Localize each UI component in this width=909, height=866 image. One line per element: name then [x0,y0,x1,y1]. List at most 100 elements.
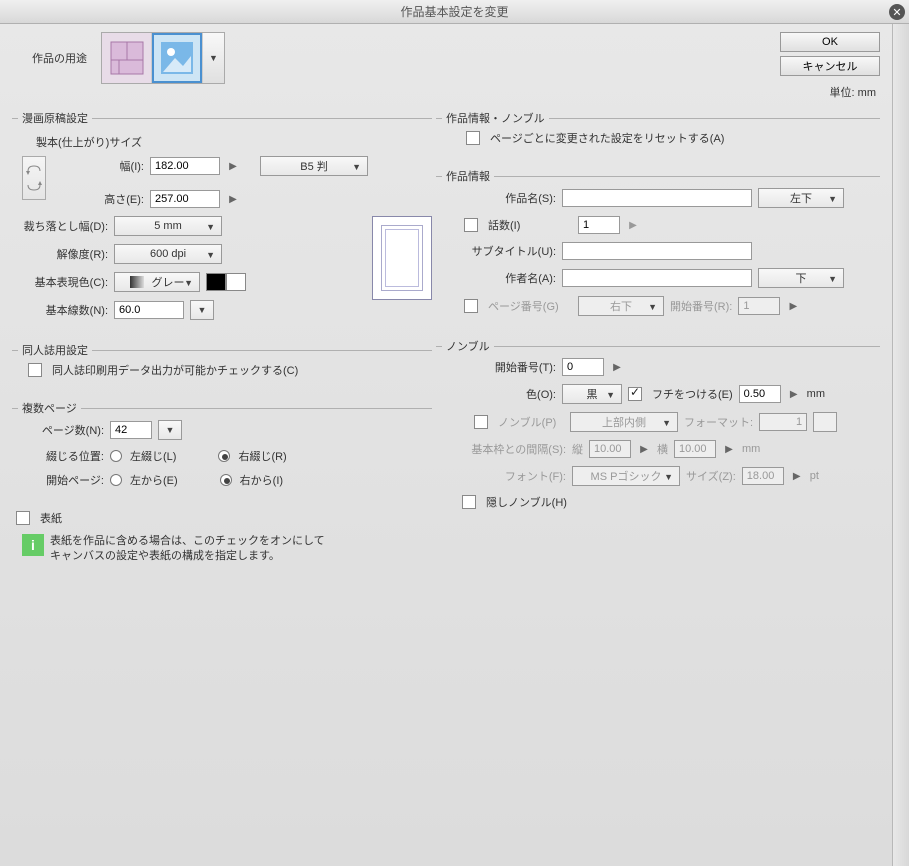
workname-label: 作品名(S): [446,190,556,206]
size-subheading: 製本(仕上がり)サイズ [36,134,432,150]
manga-heading: 漫画原稿設定 [18,110,92,126]
episode-input[interactable] [578,216,620,234]
cancel-button[interactable]: キャンセル [780,56,880,76]
format-stepper [813,412,837,432]
pageno-check[interactable] [464,299,478,313]
fsize-unit: pt [810,470,819,482]
bleed-label: 裁ち落とし幅(D): [22,218,108,234]
info-icon: i [22,534,44,556]
format-label: フォーマット: [684,414,753,430]
purpose-comic-icon[interactable] [102,33,152,83]
left-bind-label: 左綴じ(L) [130,448,176,464]
lines-input[interactable] [114,301,184,319]
colormode-select[interactable]: グレー▼ [114,272,200,292]
border-check[interactable] [628,387,642,401]
font-label: フォント(F): [446,468,566,484]
width-stepper[interactable]: ▶ [226,158,240,174]
gap-v-input [589,440,631,458]
hidden-nombre-label: 隠しノンブル(H) [486,494,567,510]
from-right-radio[interactable] [220,474,232,486]
workname-pos-value: 左下 [790,190,812,206]
author-pos-value: 下 [796,270,807,286]
preset-select[interactable]: B5 判 ▼ [260,156,368,176]
pageno-start-input [738,297,780,315]
lines-label: 基本線数(N): [22,302,108,318]
nombre-start-label: 開始番号(T): [446,359,556,375]
resolution-select[interactable]: 600 dpi▼ [114,244,222,264]
reset-check[interactable] [466,131,480,145]
episode-stepper: ▶ [626,217,640,233]
nombre-start-input[interactable] [562,358,604,376]
purpose-selector: ▼ [101,32,225,84]
gap-label: 基本枠との間隔(S): [446,441,566,457]
border-stepper[interactable]: ▶ [787,386,801,402]
resolution-value: 600 dpi [150,248,186,260]
bleed-select[interactable]: 5 mm▼ [114,216,222,236]
gap-v-label: 縦 [572,441,583,457]
doujin-check[interactable] [28,363,42,377]
pages-group: 複数ページ ページ数(N): ▼ 綴じる位置: 左綴じ(L) 右綴じ(R) 開始… [12,400,432,496]
cover-check[interactable] [16,511,30,525]
author-pos-select[interactable]: 下▼ [758,268,844,288]
colormode-value: グレー [152,274,185,290]
gap-h-input [674,440,716,458]
nombre-check[interactable] [474,415,488,429]
height-stepper[interactable]: ▶ [226,191,240,207]
work-heading: 作品情報・ノンブル [442,110,549,126]
reset-label: ページごとに変更された設定をリセットする(A) [490,130,724,146]
work-info-group: 作品情報・ノンブル ページごとに変更された設定をリセットする(A) [436,110,880,154]
gap-v-stepper: ▶ [637,441,651,457]
manga-settings-group: 漫画原稿設定 製本(仕上がり)サイズ 幅(I): ▶ [12,110,432,328]
nombre-color-label: 色(O): [446,386,556,402]
left-bind-radio[interactable] [110,450,122,462]
gap-unit: mm [742,443,760,455]
title-text: 作品基本設定を変更 [400,3,508,20]
right-bind-label: 右綴じ(R) [238,448,286,464]
pageno-pos-value: 右下 [610,298,632,314]
pageno-label: ページ番号(G) [488,298,572,314]
page-preview [372,216,432,300]
nombre-heading: ノンブル [442,338,494,354]
swatch-black[interactable] [206,273,226,291]
episode-check[interactable] [464,218,478,232]
subtitle-input[interactable] [562,242,752,260]
right-bind-radio[interactable] [218,450,230,462]
doujin-group: 同人誌用設定 同人誌印刷用データ出力が可能かチェックする(C) [12,342,432,386]
fsize-input [742,467,784,485]
nombre-check-label: ノンブル(P) [498,414,564,430]
fsize-stepper: ▶ [790,468,804,484]
title-bar: 作品基本設定を変更 ✕ [0,0,909,24]
author-input[interactable] [562,269,752,287]
from-left-radio[interactable] [110,474,122,486]
page-count-stepper[interactable]: ▼ [158,420,182,440]
page-count-input[interactable] [110,421,152,439]
nombre-start-stepper[interactable]: ▶ [610,359,624,375]
workname-pos-select[interactable]: 左下▼ [758,188,844,208]
hidden-nombre-check[interactable] [462,495,476,509]
colormode-label: 基本表現色(C): [22,274,108,290]
purpose-label: 作品の用途 [32,50,87,66]
purpose-dropdown[interactable]: ▼ [202,33,224,83]
width-input[interactable] [150,157,220,175]
purpose-illust-icon[interactable] [152,33,202,83]
bind-label: 綴じる位置: [22,448,104,464]
border-unit: mm [807,388,825,400]
work-subheading: 作品情報 [442,168,494,184]
border-label: フチをつける(E) [652,386,733,402]
rotate-icon[interactable] [22,156,46,200]
border-input[interactable] [739,385,781,403]
vertical-scrollbar[interactable] [892,24,909,866]
from-right-label: 右から(I) [240,472,283,488]
ok-button[interactable]: OK [780,32,880,52]
close-icon[interactable]: ✕ [889,4,905,20]
swatch-white[interactable] [226,273,246,291]
width-label: 幅(I): [62,158,144,174]
height-input[interactable] [150,190,220,208]
lines-stepper[interactable]: ▼ [190,300,214,320]
workname-input[interactable] [562,189,752,207]
nombre-color-select[interactable]: 黒▼ [562,384,622,404]
nombre-pos-select: 上部内側▼ [570,412,678,432]
unit-label: 単位: mm [830,84,876,100]
cover-info-text: 表紙を作品に含める場合は、このチェックをオンにして キャンバスの設定や表紙の構成… [50,534,325,565]
cover-check-label: 表紙 [40,510,62,526]
